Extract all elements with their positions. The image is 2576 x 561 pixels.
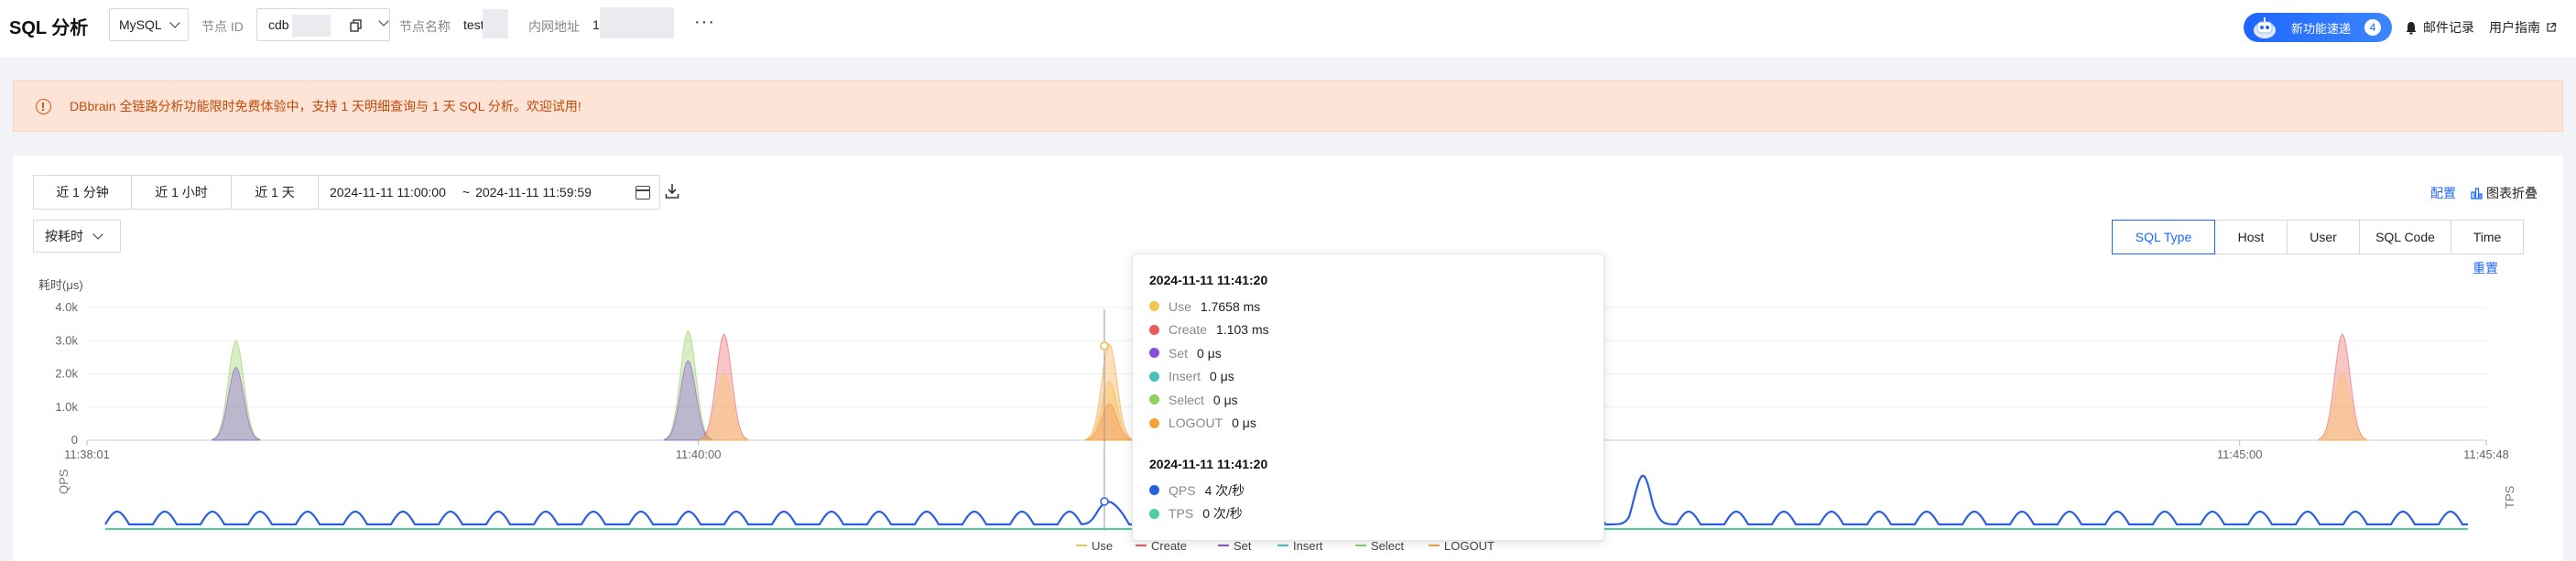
tooltip-latency-rows: Use 1.7658 ms Create 1.103 ms Set 0 μs Insert 0… xyxy=(1149,295,1603,435)
y-tick-label: 2.0k xyxy=(55,367,78,381)
tooltip-series-name: Insert xyxy=(1168,369,1201,384)
tooltip-series-name: TPS xyxy=(1168,506,1194,522)
tooltip-series-value: 0 μs xyxy=(1232,415,1256,431)
series-dot-icon xyxy=(1149,508,1159,519)
legend-label-logout[interactable]: LOGOUT xyxy=(1444,539,1495,553)
legend-label-use[interactable]: Use xyxy=(1092,539,1113,553)
tooltip-series-value: 1.7658 ms xyxy=(1200,298,1261,314)
tooltip-series-name: QPS xyxy=(1168,482,1196,498)
tooltip-row: Use 1.7658 ms xyxy=(1149,295,1603,318)
tooltip-time: 2024-11-11 11:41:20 xyxy=(1149,273,1268,287)
chart-tooltip: 2024-11-11 11:41:20 Use 1.7658 ms Create 1.… xyxy=(1132,254,1604,541)
tooltip-series-value: 0 μs xyxy=(1210,369,1234,384)
qps-hover-marker xyxy=(1100,497,1109,506)
y-tick-label: 4.0k xyxy=(55,300,78,314)
tooltip-series-name: Set xyxy=(1168,345,1189,361)
tooltip-row: QPS 4 次/秒 xyxy=(1149,479,1603,502)
series-dot-icon xyxy=(1149,301,1159,312)
series-dot-icon xyxy=(1149,324,1159,335)
legend-label-create[interactable]: Create xyxy=(1151,539,1187,553)
tooltip-throughput-rows: QPS 4 次/秒 TPS 0 次/秒 xyxy=(1149,479,1603,525)
tooltip-series-name: Use xyxy=(1168,298,1191,314)
y-tick-label: 1.0k xyxy=(55,400,78,414)
tooltip-time: 2024-11-11 11:41:20 xyxy=(1149,457,1268,471)
tooltip-row: Insert 0 μs xyxy=(1149,365,1603,389)
tooltip-row: TPS 0 次/秒 xyxy=(1149,502,1603,526)
legend-label-select[interactable]: Select xyxy=(1371,539,1405,553)
tooltip-series-value: 0 次/秒 xyxy=(1202,506,1243,522)
hover-marker xyxy=(1100,341,1109,351)
tooltip-series-value: 0 μs xyxy=(1197,345,1222,361)
tooltip-row: Set 0 μs xyxy=(1149,341,1603,365)
tooltip-row: Create 1.103 ms xyxy=(1149,318,1603,342)
legend-label-insert[interactable]: Insert xyxy=(1293,539,1323,553)
x-tick-label: 11:40:00 xyxy=(676,448,722,461)
x-tick-label: 11:45:48 xyxy=(2463,448,2509,461)
legend-label-set[interactable]: Set xyxy=(1234,539,1252,553)
series-dot-icon xyxy=(1149,371,1159,382)
series-dot-icon xyxy=(1149,485,1159,496)
x-tick-label: 11:38:01 xyxy=(64,448,110,461)
tooltip-series-value: 4 次/秒 xyxy=(1204,482,1245,498)
chart-legend: Use Create Set Insert Select LOGOUT xyxy=(1076,539,1495,553)
y-tick-label: 3.0k xyxy=(55,333,78,347)
area-logout xyxy=(1084,342,1134,441)
y-axis-title: 耗时(μs) xyxy=(38,278,83,292)
series-dot-icon xyxy=(1149,348,1159,359)
tooltip-series-value: 0 μs xyxy=(1212,392,1238,407)
tps-axis-title: TPS xyxy=(2503,485,2516,509)
series-dot-icon xyxy=(1149,394,1159,405)
qps-axis-title: QPS xyxy=(57,469,71,494)
series-dot-icon xyxy=(1149,417,1159,428)
tooltip-row: Select 0 μs xyxy=(1149,388,1603,412)
y-tick-label: 0 xyxy=(71,433,78,447)
tooltip-series-name: LOGOUT xyxy=(1168,415,1223,431)
area-set xyxy=(663,360,712,441)
x-tick-label: 11:45:00 xyxy=(2217,448,2263,461)
tooltip-series-name: Select xyxy=(1168,392,1204,407)
tooltip-row: LOGOUT 0 μs xyxy=(1149,412,1603,436)
area-set xyxy=(212,366,261,441)
tab-sql-type[interactable]: SQL Type xyxy=(2112,220,2215,254)
tooltip-series-value: 1.103 ms xyxy=(1216,322,1269,338)
tooltip-series-name: Create xyxy=(1168,322,1208,338)
